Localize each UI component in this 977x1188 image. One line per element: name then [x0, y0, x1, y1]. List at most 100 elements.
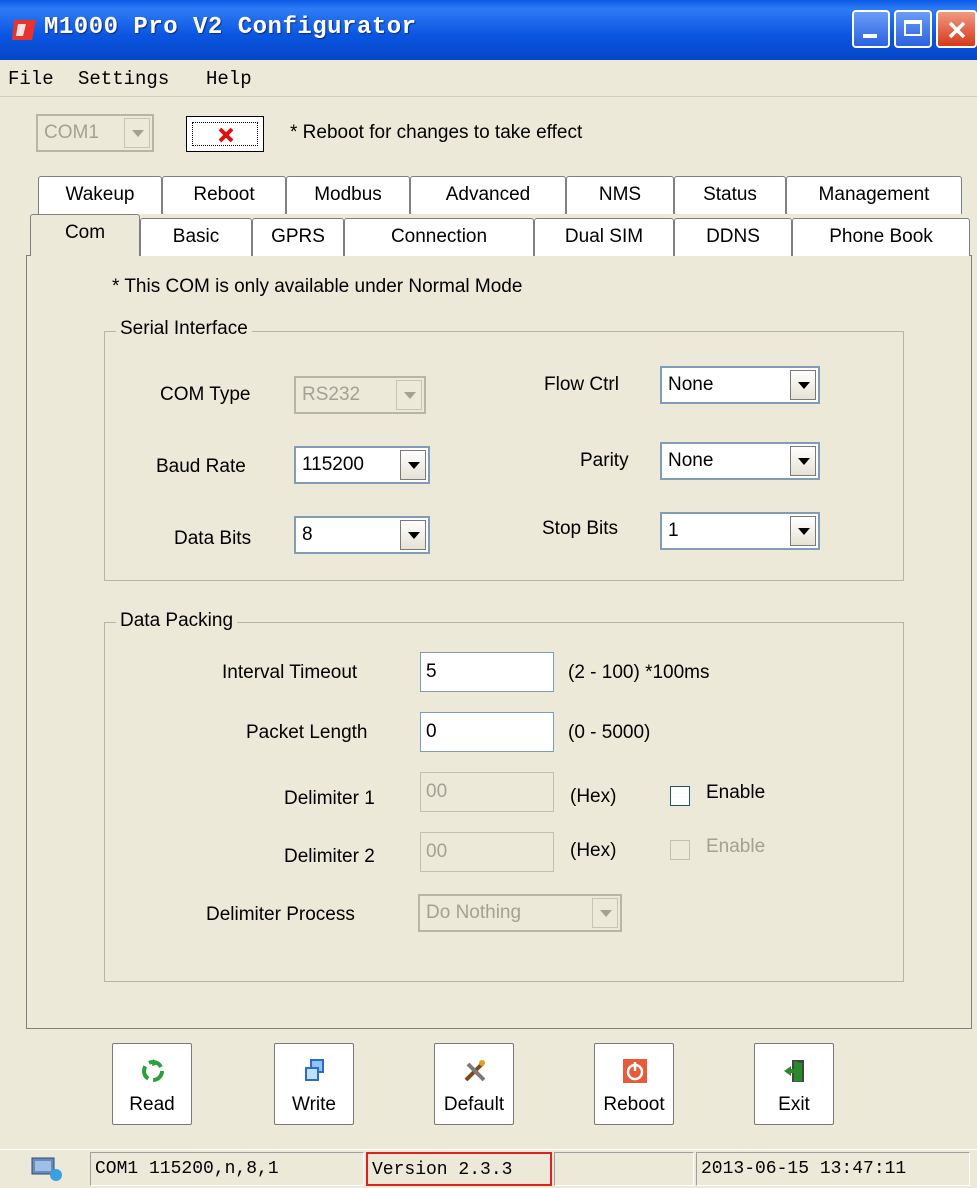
- delimiter-1-input: 00: [420, 772, 554, 812]
- tools-icon: [464, 1060, 486, 1082]
- red-x-icon: [218, 127, 234, 143]
- write-label: Write: [292, 1094, 336, 1115]
- write-icon: [305, 1059, 324, 1081]
- tab-basic[interactable]: Basic: [140, 218, 252, 256]
- network-status-icon: [31, 1157, 62, 1181]
- menu-file[interactable]: File: [8, 68, 54, 90]
- write-button[interactable]: Write: [274, 1043, 354, 1125]
- tab-management[interactable]: Management: [786, 176, 962, 214]
- delimiter-2-label: Delimiter 2: [284, 846, 375, 867]
- baud-rate-label: Baud Rate: [156, 456, 246, 477]
- data-bits-label: Data Bits: [174, 528, 252, 549]
- minimize-button[interactable]: [852, 10, 890, 48]
- delimiter-1-value: 00: [426, 781, 448, 802]
- parity-select[interactable]: None: [660, 442, 820, 480]
- chevron-down-icon: [790, 516, 816, 546]
- packet-length-input[interactable]: 0: [420, 712, 554, 752]
- exit-label: Exit: [778, 1094, 810, 1115]
- com-notice: * This COM is only available under Norma…: [112, 276, 523, 297]
- status-port: COM1 115200,n,8,1: [90, 1152, 364, 1186]
- exit-button[interactable]: Exit: [754, 1043, 834, 1125]
- delimiter-2-enable-label: Enable: [706, 836, 766, 857]
- chevron-down-icon: [400, 520, 426, 550]
- tab-connection[interactable]: Connection: [344, 218, 534, 256]
- delimiter-2-hint: (Hex): [570, 840, 617, 861]
- data-bits-value: 8: [302, 524, 313, 545]
- tab-wakeup[interactable]: Wakeup: [38, 176, 162, 214]
- power-icon: [623, 1059, 647, 1083]
- menu-help[interactable]: Help: [206, 68, 252, 90]
- status-datetime: 2013-06-15 13:47:11: [696, 1152, 970, 1186]
- menu-settings[interactable]: Settings: [78, 68, 169, 90]
- tab-com[interactable]: Com: [30, 214, 140, 256]
- delimiter-2-enable-checkbox: [670, 840, 690, 860]
- serial-interface-title: Serial Interface: [116, 318, 252, 340]
- chevron-down-icon: [790, 370, 816, 400]
- chevron-down-icon: [124, 118, 150, 148]
- delimiter-process-label: Delimiter Process: [206, 904, 355, 925]
- tab-modbus[interactable]: Modbus: [286, 176, 410, 214]
- com-type-select: RS232: [294, 376, 426, 414]
- chevron-down-icon: [790, 446, 816, 476]
- app-icon: [12, 20, 36, 40]
- tab-gprs[interactable]: GPRS: [252, 218, 344, 256]
- delimiter-process-value: Do Nothing: [426, 902, 522, 923]
- read-button[interactable]: Read: [112, 1043, 192, 1125]
- minimize-icon: [863, 34, 877, 38]
- interval-timeout-hint: (2 - 100) *100ms: [568, 662, 710, 683]
- port-select[interactable]: COM1: [36, 114, 154, 152]
- delimiter-process-select: Do Nothing: [418, 894, 622, 932]
- interval-timeout-value: 5: [426, 661, 437, 682]
- chevron-down-icon: [396, 380, 422, 410]
- recycle-icon: [142, 1059, 164, 1082]
- com-type-value: RS232: [302, 384, 361, 405]
- data-packing-title: Data Packing: [116, 610, 238, 632]
- delimiter-1-label: Delimiter 1: [284, 788, 375, 809]
- disconnect-button[interactable]: [186, 116, 264, 152]
- stop-bits-label: Stop Bits: [542, 518, 619, 539]
- tab-ddns[interactable]: DDNS: [674, 218, 792, 256]
- title-bar[interactable]: M1000 Pro V2 Configurator: [0, 0, 977, 60]
- maximize-button[interactable]: [894, 10, 932, 48]
- tab-dual-sim[interactable]: Dual SIM: [534, 218, 674, 256]
- window-title: M1000 Pro V2 Configurator: [44, 14, 417, 41]
- stop-bits-value: 1: [668, 520, 679, 541]
- flow-ctrl-select[interactable]: None: [660, 366, 820, 404]
- read-label: Read: [129, 1094, 175, 1115]
- reboot-note: * Reboot for changes to take effect: [290, 122, 583, 143]
- packet-length-hint: (0 - 5000): [568, 722, 651, 743]
- flow-ctrl-value: None: [668, 374, 714, 395]
- status-version: Version 2.3.3: [366, 1152, 552, 1186]
- baud-rate-select[interactable]: 115200: [294, 446, 430, 484]
- chevron-down-icon: [592, 898, 618, 928]
- interval-timeout-input[interactable]: 5: [420, 652, 554, 692]
- close-button[interactable]: [936, 10, 977, 48]
- tab-advanced[interactable]: Advanced: [410, 176, 566, 214]
- packet-length-value: 0: [426, 721, 437, 742]
- port-value: COM1: [44, 122, 99, 143]
- flow-ctrl-label: Flow Ctrl: [544, 374, 619, 395]
- tab-phone-book[interactable]: Phone Book: [792, 218, 970, 256]
- delimiter-1-enable-label: Enable: [706, 782, 766, 803]
- parity-label: Parity: [580, 450, 629, 471]
- com-type-label: COM Type: [160, 384, 251, 405]
- delimiter-2-input: 00: [420, 832, 554, 872]
- default-label: Default: [443, 1094, 505, 1115]
- stop-bits-select[interactable]: 1: [660, 512, 820, 550]
- parity-value: None: [668, 450, 714, 471]
- tab-nms[interactable]: NMS: [566, 176, 674, 214]
- tab-status[interactable]: Status: [674, 176, 786, 214]
- delimiter-2-value: 00: [426, 841, 448, 862]
- close-icon: [948, 21, 966, 39]
- chevron-down-icon: [400, 450, 426, 480]
- packet-length-label: Packet Length: [246, 722, 368, 743]
- delimiter-1-enable-checkbox[interactable]: [670, 786, 690, 806]
- tab-reboot[interactable]: Reboot: [162, 176, 286, 214]
- reboot-label: Reboot: [603, 1094, 665, 1115]
- data-bits-select[interactable]: 8: [294, 516, 430, 554]
- delimiter-1-hint: (Hex): [570, 786, 617, 807]
- reboot-button[interactable]: Reboot: [594, 1043, 674, 1125]
- default-button[interactable]: Default: [434, 1043, 514, 1125]
- exit-door-icon: [784, 1060, 804, 1082]
- maximize-icon: [904, 20, 922, 36]
